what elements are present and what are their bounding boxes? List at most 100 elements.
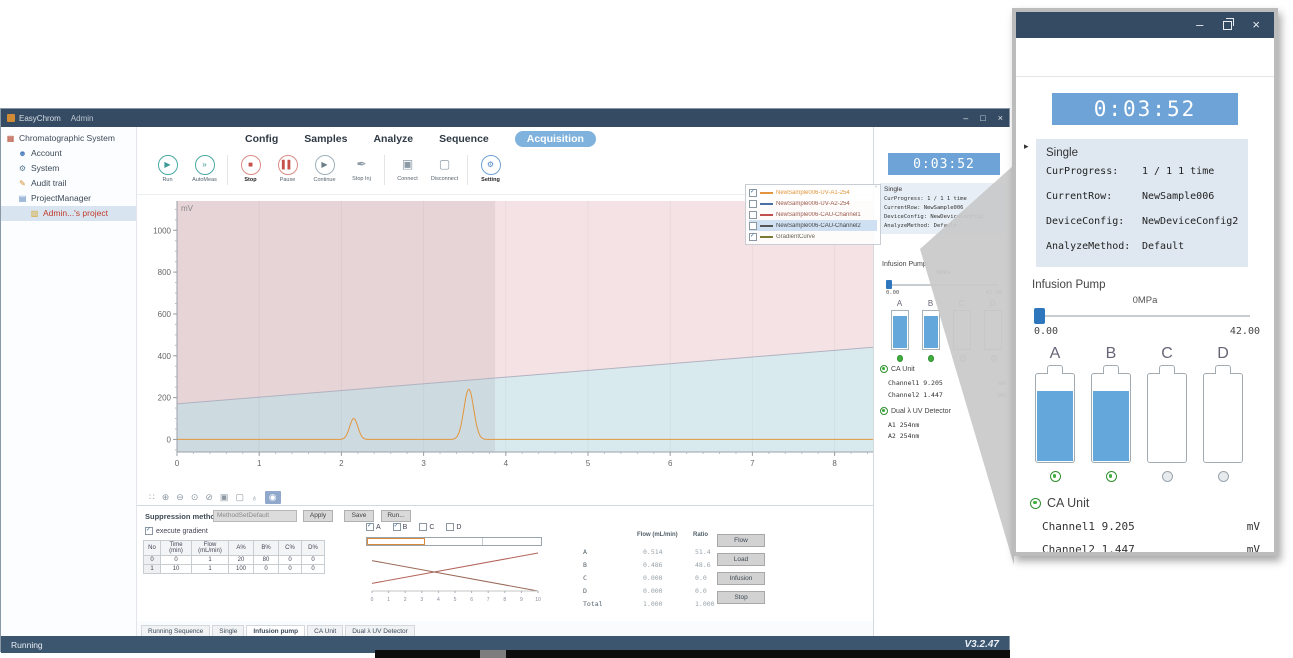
svg-text:3: 3 xyxy=(421,459,426,468)
tab-ca-unit[interactable]: CA Unit xyxy=(307,625,343,636)
gear-icon: ⚙ xyxy=(481,155,501,175)
auto-scale-icon[interactable]: ◉ xyxy=(265,491,281,504)
sidebar-item-system[interactable]: ⚙ System xyxy=(1,161,136,176)
solvent-bottle xyxy=(891,310,909,350)
menu-sequence[interactable]: Sequence xyxy=(439,133,489,145)
stop-button[interactable]: ■Stop xyxy=(232,154,269,183)
svg-text:9: 9 xyxy=(520,597,523,603)
zoom-region-icon[interactable]: ▣ xyxy=(220,492,229,503)
bottle-icon xyxy=(1091,373,1131,463)
sidebar-item-current-project[interactable]: ▨ Admin...'s project xyxy=(1,206,136,221)
channel-led-icon[interactable] xyxy=(1106,471,1117,482)
channel-led-icon[interactable] xyxy=(928,355,934,362)
zoom-x-icon[interactable]: ⊙ xyxy=(191,492,199,503)
folder-icon: ▤ xyxy=(17,191,28,206)
slider-handle[interactable] xyxy=(1034,308,1045,324)
connect-button[interactable]: ▣Connect xyxy=(389,154,426,182)
stop-button-small[interactable]: Stop xyxy=(717,591,765,604)
run-more-button[interactable]: Run... xyxy=(381,510,411,522)
checkbox-icon[interactable] xyxy=(749,222,757,230)
series-color-swatch xyxy=(760,203,773,205)
run-button[interactable]: ▶Run xyxy=(149,154,186,183)
svg-text:5: 5 xyxy=(454,597,457,603)
disconnect-icon: ▢ xyxy=(435,154,455,174)
resume-icon: ▶ xyxy=(315,155,335,175)
tab-infusion-pump[interactable]: Infusion pump xyxy=(246,625,305,636)
pressure-slider-large[interactable] xyxy=(1034,308,1250,324)
connect-icon: ▣ xyxy=(398,154,418,174)
close-icon[interactable]: × xyxy=(1252,12,1260,38)
legend-item[interactable]: NewSample006-UV-A1-254 xyxy=(749,187,877,198)
slider-handle[interactable] xyxy=(886,280,892,289)
bottom-tabs: Running Sequence Single Infusion pump CA… xyxy=(137,621,873,636)
flow-button[interactable]: Flow xyxy=(717,534,765,547)
table-row: 0 0 1 20 80 0 0 xyxy=(144,556,325,565)
legend-item[interactable]: NewSample006-UV-A2-254 xyxy=(749,198,877,209)
checkbox-icon[interactable] xyxy=(749,200,757,208)
continue-button[interactable]: ▶Continue xyxy=(306,154,343,183)
channel-led-icon[interactable] xyxy=(1050,471,1061,482)
automeas-button[interactable]: »AutoMeas xyxy=(186,154,223,183)
execute-gradient-checkbox[interactable]: execute gradient xyxy=(145,527,208,535)
checkbox-icon[interactable] xyxy=(145,527,153,535)
channel-b-checkbox[interactable]: B xyxy=(393,523,408,531)
toolbar-separator xyxy=(467,155,468,185)
setting-button[interactable]: ⚙Setting xyxy=(472,154,509,183)
svg-text:6: 6 xyxy=(668,459,673,468)
logged-in-user: Admin xyxy=(71,114,94,123)
channel-d-checkbox[interactable]: D xyxy=(446,523,461,531)
checkbox-icon[interactable] xyxy=(749,189,757,197)
close-icon[interactable]: × xyxy=(998,109,1003,127)
svg-text:800: 800 xyxy=(158,268,172,277)
minimize-icon[interactable]: – xyxy=(1196,12,1203,38)
sidebar-item-chromatographic-system[interactable]: ▦ Chromatographic System xyxy=(1,131,136,146)
checkbox-icon[interactable] xyxy=(749,233,757,241)
legend-item[interactable]: GradientCurve xyxy=(749,231,877,242)
zoom-reset-icon[interactable]: ▢ xyxy=(235,492,244,503)
pump-pressure-value-large: 0MPa xyxy=(1016,295,1274,306)
save-button[interactable]: Save xyxy=(344,510,374,522)
menu-analyze[interactable]: Analyze xyxy=(373,133,413,145)
collapse-arrow-icon[interactable]: ▸ xyxy=(1024,141,1029,152)
infusion-button[interactable]: Infusion xyxy=(717,572,765,585)
stop-icon: ■ xyxy=(241,155,261,175)
sidebar-item-account[interactable]: ☻ Account xyxy=(1,146,136,161)
hand-icon[interactable]: ♁ xyxy=(251,493,258,503)
tab-running-sequence[interactable]: Running Sequence xyxy=(141,625,210,636)
zoom-out-icon[interactable]: ⊖ xyxy=(176,492,184,503)
pause-button[interactable]: ▌▌Pause xyxy=(269,154,306,183)
checkbox-icon[interactable] xyxy=(749,211,757,219)
suppression-method-select[interactable]: MethodSetDefault xyxy=(213,510,297,522)
channel-led-icon[interactable] xyxy=(1218,471,1229,482)
gradient-table[interactable]: No Time (min) Flow (mL/min) A% B% C% D% … xyxy=(143,540,325,574)
menu-acquisition-active[interactable]: Acquisition xyxy=(515,131,596,147)
callout-title-bar: – × xyxy=(1016,12,1274,38)
menu-config[interactable]: Config xyxy=(245,133,278,145)
channel-c-checkbox[interactable]: C xyxy=(419,523,434,531)
stop-inj-button[interactable]: ✒Stop Inj xyxy=(343,154,380,182)
restore-icon[interactable] xyxy=(1223,21,1232,30)
minimize-icon[interactable]: – xyxy=(963,109,968,127)
apply-button[interactable]: Apply xyxy=(303,510,333,522)
pressure-max: 42.00 xyxy=(1230,326,1260,337)
legend-item[interactable]: NewSample006-CAU-Channel2 xyxy=(749,220,877,231)
maximize-icon[interactable]: □ xyxy=(980,109,985,127)
tab-uv-detector[interactable]: Dual λ UV Detector xyxy=(345,625,415,636)
svg-text:7: 7 xyxy=(487,597,490,603)
ca-unit-section-large: CA Unit xyxy=(1030,496,1274,510)
channel-a-checkbox[interactable]: A xyxy=(366,523,381,531)
sidebar-item-project-manager[interactable]: ▤ ProjectManager xyxy=(1,191,136,206)
zoom-y-icon[interactable]: ⊘ xyxy=(205,492,213,503)
load-button[interactable]: Load xyxy=(717,553,765,566)
menu-samples[interactable]: Samples xyxy=(304,133,347,145)
disconnect-button[interactable]: ▢Disconnect xyxy=(426,154,463,182)
zoom-in-icon[interactable]: ⊕ xyxy=(162,492,170,503)
bottle-icon xyxy=(1147,373,1187,463)
legend-item[interactable]: NewSample006-CAU-Channel1 xyxy=(749,209,877,220)
status-led-icon xyxy=(880,407,888,415)
channel-led-icon[interactable] xyxy=(1162,471,1173,482)
tab-single[interactable]: Single xyxy=(212,625,244,636)
channel-led-icon[interactable] xyxy=(897,355,903,362)
pan-icon[interactable]: ∷ xyxy=(149,492,155,503)
sidebar-item-audit-trail[interactable]: ✎ Audit trail xyxy=(1,176,136,191)
